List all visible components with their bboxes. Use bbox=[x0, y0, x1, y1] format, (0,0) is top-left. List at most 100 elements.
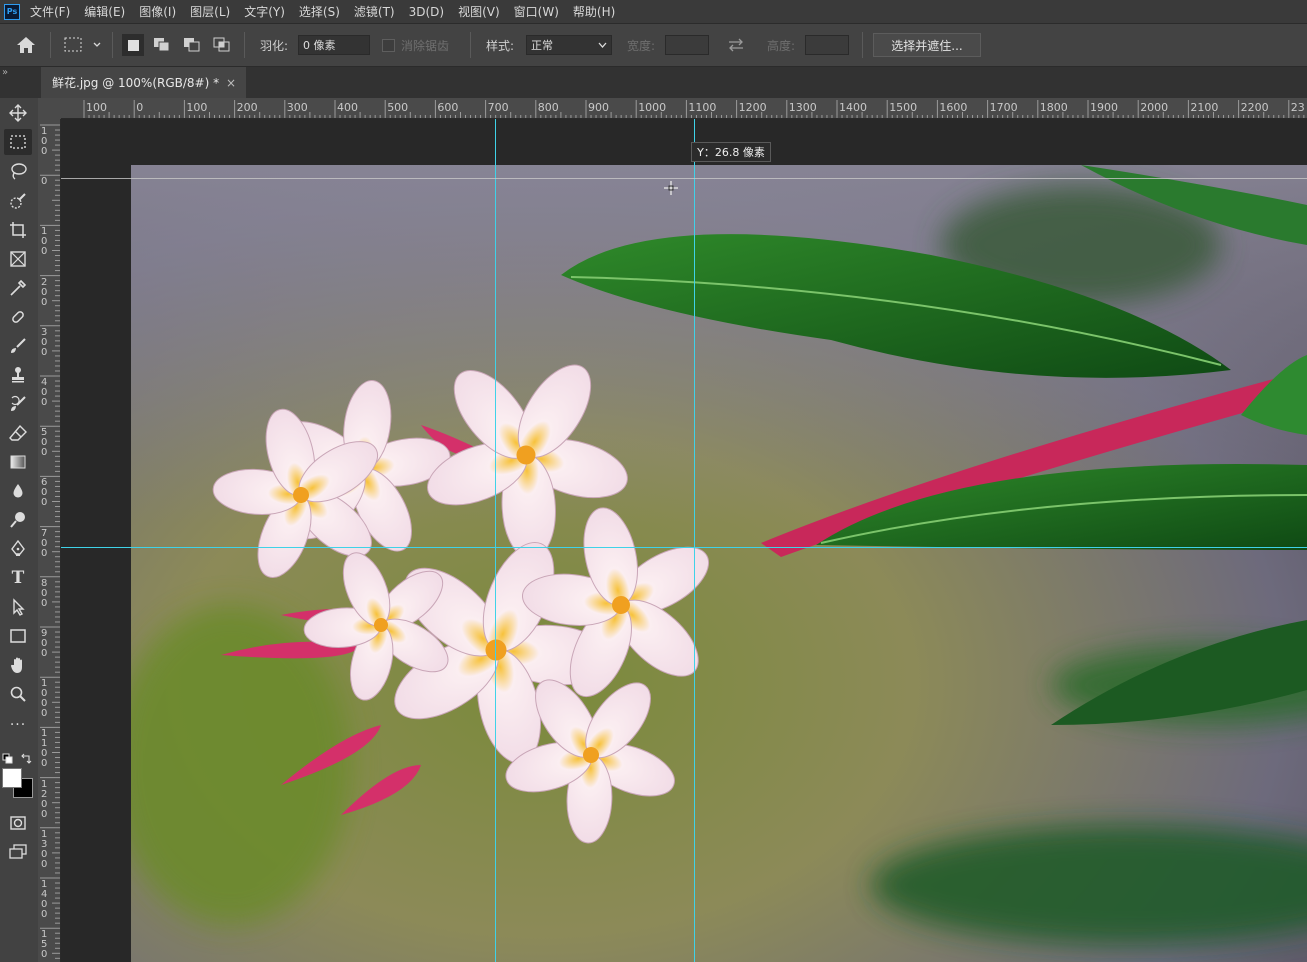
vertical-ruler[interactable]: 100 0 100 200 300 400 500 600 700 800 900 1000 1100 1… bbox=[38, 119, 61, 962]
ruler-v-label: 1000 bbox=[41, 678, 48, 720]
default-colors-icon[interactable] bbox=[2, 750, 14, 769]
crop-icon[interactable] bbox=[4, 217, 32, 243]
menu-image[interactable]: 图像(I) bbox=[139, 3, 176, 20]
menu-3d[interactable]: 3D(D) bbox=[409, 5, 444, 19]
vertical-guide-1[interactable] bbox=[495, 119, 496, 962]
ruler-v-label: 300 bbox=[41, 326, 48, 358]
quick-mask-icon[interactable] bbox=[4, 810, 32, 836]
collapse-panels-icon[interactable]: » bbox=[2, 67, 8, 78]
antialias-checkbox[interactable]: 消除锯齿 bbox=[382, 24, 449, 66]
horizontal-ruler[interactable]: 100 0 100 200 300 400 500 600 700 800 900 1000 1100 1… bbox=[61, 98, 1307, 119]
ruler-h-label: 1100 bbox=[688, 101, 717, 114]
ruler-v-label: 1200 bbox=[41, 778, 48, 820]
ruler-h-label: 23 bbox=[1290, 101, 1305, 114]
pen-icon[interactable] bbox=[4, 536, 32, 562]
document-tab[interactable]: 鲜花.jpg @ 100%(RGB/8#) * × bbox=[41, 67, 246, 98]
height-input[interactable] bbox=[805, 35, 849, 55]
ruler-h-label: 1800 bbox=[1039, 101, 1068, 114]
ruler-h-label: 500 bbox=[387, 101, 409, 114]
ruler-h-label: 1400 bbox=[839, 101, 867, 114]
zoom-icon[interactable] bbox=[4, 681, 32, 707]
ruler-h-label: 2000 bbox=[1140, 101, 1169, 114]
menu-select[interactable]: 选择(S) bbox=[299, 3, 340, 20]
menu-layer[interactable]: 图层(L) bbox=[190, 3, 230, 20]
eyedropper-icon[interactable] bbox=[4, 275, 32, 301]
ruler-v-label: 900 bbox=[41, 628, 48, 659]
vertical-guide-2[interactable] bbox=[694, 119, 695, 962]
menu-type[interactable]: 文字(Y) bbox=[244, 3, 285, 20]
ruler-v-label: 200 bbox=[41, 276, 48, 308]
select-and-mask-button[interactable]: 选择并遮住... bbox=[873, 33, 981, 57]
menu-help[interactable]: 帮助(H) bbox=[573, 3, 615, 20]
add-to-selection-icon[interactable] bbox=[152, 24, 172, 66]
intersect-selection-icon[interactable] bbox=[212, 24, 232, 66]
document-tabs-bar: » 鲜花.jpg @ 100%(RGB/8#) * × bbox=[0, 67, 1307, 98]
photoshop-logo: Ps bbox=[4, 3, 20, 20]
rect-marquee-icon[interactable] bbox=[4, 129, 32, 155]
subtract-from-selection-icon[interactable] bbox=[182, 24, 202, 66]
feather-input[interactable]: 0 像素 bbox=[298, 35, 370, 55]
ruler-h-label: 200 bbox=[236, 101, 258, 114]
home-icon[interactable] bbox=[16, 24, 36, 66]
ruler-h-label: 2200 bbox=[1240, 101, 1269, 114]
ruler-v-label: 0 bbox=[41, 176, 48, 188]
menu-file[interactable]: 文件(F) bbox=[30, 3, 70, 20]
swap-width-height-icon[interactable] bbox=[727, 24, 745, 66]
ruler-v-label: 400 bbox=[41, 377, 48, 408]
quick-select-icon[interactable] bbox=[4, 188, 32, 214]
healing-brush-icon[interactable] bbox=[4, 304, 32, 330]
move-icon[interactable] bbox=[4, 100, 32, 126]
screen-mode-icon[interactable] bbox=[4, 839, 32, 865]
swap-colors-icon[interactable] bbox=[20, 750, 32, 769]
ruler-origin[interactable] bbox=[38, 98, 61, 119]
style-select-value: 正常 bbox=[531, 39, 553, 52]
frame-icon[interactable] bbox=[4, 246, 32, 272]
clone-stamp-icon[interactable] bbox=[4, 362, 32, 388]
canvas-area[interactable]: Y：26.8 像素 bbox=[61, 119, 1307, 962]
ruler-h-label: 2100 bbox=[1190, 101, 1219, 114]
ruler-v-label: 700 bbox=[41, 527, 48, 559]
ruler-v-label: 1100 bbox=[41, 728, 48, 770]
menu-edit[interactable]: 编辑(E) bbox=[84, 3, 125, 20]
hand-icon[interactable] bbox=[4, 652, 32, 678]
menu-window[interactable]: 窗口(W) bbox=[514, 3, 559, 20]
history-brush-icon[interactable] bbox=[4, 391, 32, 417]
foreground-color-swatch[interactable] bbox=[2, 768, 22, 788]
ruler-h-label: 100 bbox=[186, 101, 208, 114]
ruler-h-label: 800 bbox=[537, 101, 559, 114]
lasso-icon[interactable] bbox=[4, 158, 32, 184]
type-icon[interactable]: T bbox=[4, 565, 32, 591]
path-selection-icon[interactable] bbox=[4, 594, 32, 620]
ruler-h-label: 1700 bbox=[989, 101, 1018, 114]
ruler-h-label: 0 bbox=[136, 101, 144, 114]
new-selection-icon[interactable] bbox=[122, 24, 144, 66]
width-input[interactable] bbox=[665, 35, 709, 55]
dodge-icon[interactable] bbox=[4, 507, 32, 533]
style-label: 样式: bbox=[486, 38, 515, 53]
menu-filter[interactable]: 滤镜(T) bbox=[354, 3, 395, 20]
blur-icon[interactable] bbox=[4, 478, 32, 504]
chevron-down-icon bbox=[598, 42, 607, 48]
style-select[interactable]: 正常 bbox=[526, 35, 612, 55]
horizontal-guide-dragging[interactable] bbox=[61, 178, 1307, 179]
ruler-v-label: 150 bbox=[41, 929, 48, 961]
horizontal-guide-1[interactable] bbox=[61, 547, 1307, 548]
document-tab-title: 鲜花.jpg @ 100%(RGB/8#) * bbox=[52, 76, 220, 90]
ruler-h-label: 100 bbox=[86, 101, 107, 114]
ruler-v-label: 1300 bbox=[41, 828, 48, 870]
rect-marquee-preset-icon[interactable] bbox=[64, 24, 102, 66]
ruler-h-label: 1900 bbox=[1090, 101, 1118, 114]
gradient-icon[interactable] bbox=[4, 449, 32, 475]
ruler-v-label: 100 bbox=[41, 126, 48, 157]
ruler-h-label: 600 bbox=[437, 101, 459, 114]
brush-icon[interactable] bbox=[4, 333, 32, 359]
close-tab-icon[interactable]: × bbox=[226, 76, 236, 90]
menu-bar: Ps 文件(F) 编辑(E) 图像(I) 图层(L) 文字(Y) 选择(S) 滤… bbox=[0, 0, 1307, 23]
height-label: 高度: bbox=[767, 38, 796, 53]
eraser-icon[interactable] bbox=[4, 420, 32, 446]
menu-view[interactable]: 视图(V) bbox=[458, 3, 500, 20]
rectangle-shape-icon[interactable] bbox=[4, 623, 32, 649]
more-tools-icon[interactable]: ··· bbox=[4, 712, 32, 738]
ruler-v-label: 800 bbox=[41, 577, 48, 609]
ruler-h-label: 300 bbox=[286, 101, 308, 114]
